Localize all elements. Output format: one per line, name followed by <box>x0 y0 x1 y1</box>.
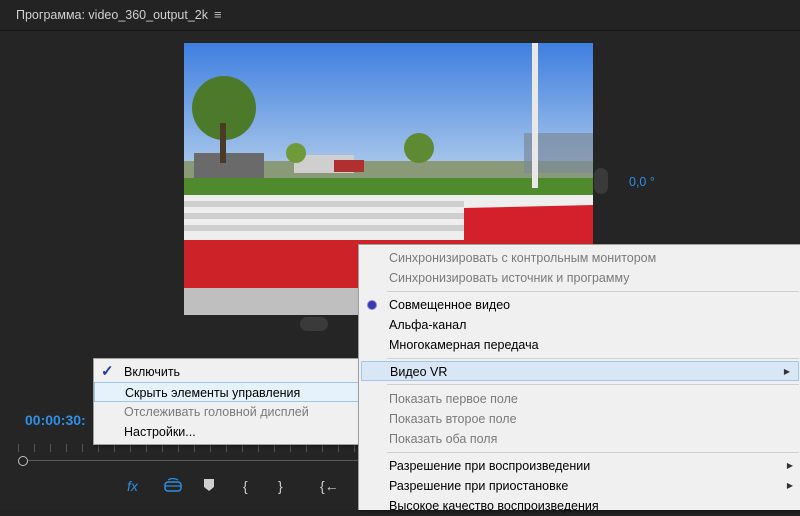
menu-item-label: Показать первое поле <box>389 392 518 406</box>
menu-item-vr-video[interactable]: Видео VR ▶ <box>361 361 799 381</box>
radio-selected-icon <box>368 301 376 309</box>
vr-video-submenu: ✓ Включить Скрыть элементы управления От… <box>93 358 360 445</box>
menu-item-label: Скрыть элементы управления <box>125 386 301 400</box>
menu-item-label: Видео VR <box>390 365 448 379</box>
menu-item-label: Синхронизировать источник и программу <box>389 271 630 285</box>
checkmark-icon: ✓ <box>101 363 114 380</box>
menu-item-settings[interactable]: Настройки... <box>94 422 359 442</box>
menu-item-label: Показать второе поле <box>389 412 517 426</box>
submenu-arrow-icon: ▶ <box>783 367 790 376</box>
submenu-arrow-icon: ▶ <box>786 481 793 490</box>
menu-item-label: Многокамерная передача <box>389 338 539 352</box>
panel-title: Программа: video_360_output_2k <box>16 8 208 22</box>
menu-item-enable[interactable]: ✓ Включить <box>94 362 359 382</box>
menu-item-label: Высокое качество воспроизведения <box>389 499 599 513</box>
vr-goggles-icon[interactable] <box>163 477 183 496</box>
menu-separator <box>387 358 799 359</box>
menu-item-label: Разрешение при воспроизведении <box>389 459 591 473</box>
fx-button[interactable]: fx <box>127 478 138 496</box>
go-to-in-button[interactable]: {← <box>320 478 339 496</box>
panel-menu-icon[interactable]: ≡ <box>214 7 222 22</box>
menu-item-track-hmd: Отслеживать головной дисплей <box>94 402 359 422</box>
menu-separator <box>387 384 799 385</box>
menu-item-sync-reference: Синхронизировать с контрольным монитором <box>359 248 800 268</box>
submenu-arrow-icon: ▶ <box>786 461 793 470</box>
timeline-track[interactable] <box>18 460 363 461</box>
menu-item-high-quality-playback[interactable]: Высокое качество воспроизведения <box>359 496 800 516</box>
timecode[interactable]: 00:00:30: <box>25 412 86 428</box>
horizontal-pan-handle[interactable] <box>594 168 608 194</box>
menu-separator <box>387 291 799 292</box>
menu-item-label: Синхронизировать с контрольным монитором <box>389 251 657 265</box>
menu-item-label: Альфа-канал <box>389 318 467 332</box>
menu-item-composite-video[interactable]: Совмещенное видео <box>359 295 800 315</box>
time-ruler[interactable] <box>18 444 363 452</box>
menu-separator <box>387 452 799 453</box>
menu-item-hide-controls[interactable]: Скрыть элементы управления <box>94 382 359 402</box>
mark-out-button[interactable]: } <box>278 478 283 496</box>
panel-header: Программа: video_360_output_2k ≡ <box>0 0 800 31</box>
monitor-context-menu: Синхронизировать с контрольным монитором… <box>358 244 800 513</box>
menu-item-playback-resolution[interactable]: Разрешение при воспроизведении ▶ <box>359 456 800 476</box>
menu-item-both-fields: Показать оба поля <box>359 429 800 449</box>
mark-in-button[interactable]: { <box>243 478 248 496</box>
marker-icon[interactable] <box>203 478 215 496</box>
menu-item-first-field: Показать первое поле <box>359 389 800 409</box>
playhead[interactable] <box>18 456 28 466</box>
menu-item-label: Отслеживать головной дисплей <box>124 405 309 419</box>
menu-item-label: Настройки... <box>124 425 196 439</box>
menu-item-multicam[interactable]: Многокамерная передача <box>359 335 800 355</box>
menu-item-alpha[interactable]: Альфа-канал <box>359 315 800 335</box>
menu-item-sync-source-program: Синхронизировать источник и программу <box>359 268 800 288</box>
menu-item-label: Показать оба поля <box>389 432 498 446</box>
vertical-pan-handle[interactable] <box>300 317 328 331</box>
menu-item-label: Разрешение при приостановке <box>389 479 569 493</box>
menu-item-second-field: Показать второе поле <box>359 409 800 429</box>
menu-item-paused-resolution[interactable]: Разрешение при приостановке ▶ <box>359 476 800 496</box>
vr-angle-readout[interactable]: 0,0 ° <box>629 175 655 189</box>
menu-item-label: Включить <box>124 365 181 379</box>
menu-item-label: Совмещенное видео <box>389 298 511 312</box>
